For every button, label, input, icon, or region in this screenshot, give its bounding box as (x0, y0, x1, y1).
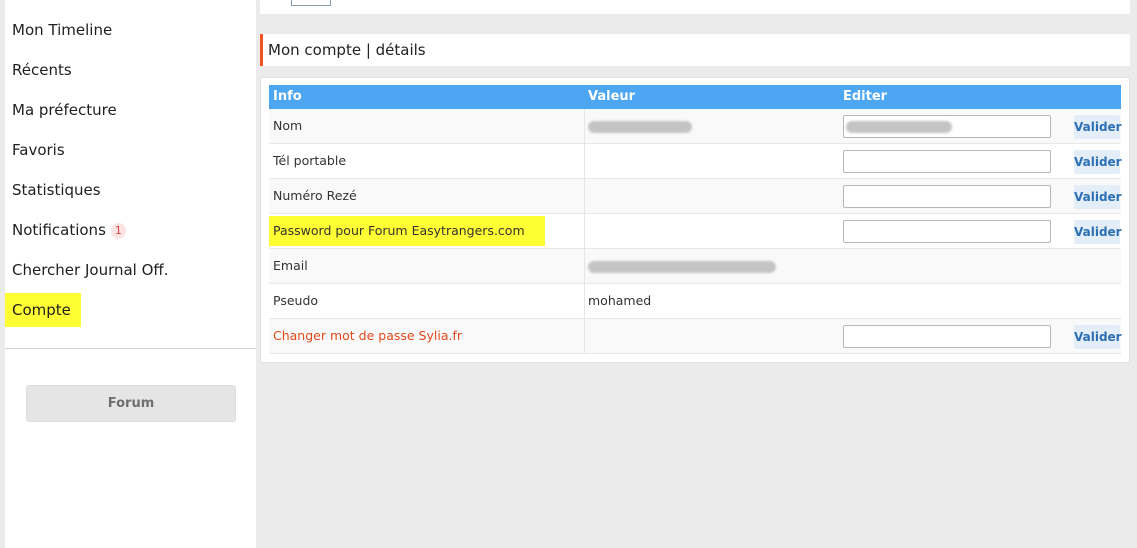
redacted-input-value (846, 121, 952, 133)
new-password-input[interactable] (843, 325, 1051, 348)
table-row: Tél portable Valider (269, 144, 1122, 179)
table-row: Pseudo mohamed (269, 284, 1121, 319)
row-label-tel: Tél portable (273, 153, 347, 168)
sidebar-item-label: Récents (12, 61, 72, 79)
row-label-password-forum: Password pour Forum Easytrangers.com (269, 216, 545, 246)
column-header-valeur: Valeur (588, 89, 636, 104)
tel-portable-input[interactable] (843, 150, 1051, 173)
row-value-pseudo: mohamed (588, 293, 652, 308)
page-title-panel: Mon compte | détails (260, 34, 1130, 66)
sidebar-item-compte[interactable]: Compte (5, 293, 81, 327)
forum-button[interactable]: Forum (26, 385, 236, 422)
top-panel-control[interactable] (291, 0, 331, 6)
nom-input[interactable] (843, 115, 1051, 138)
sidebar-item-label: Favoris (12, 141, 65, 159)
table-row: Password pour Forum Easytrangers.com Val… (269, 214, 1122, 249)
sidebar-item-label: Mon Timeline (12, 21, 113, 39)
redacted-value (588, 121, 692, 133)
table-header: Info Valeur Editer (269, 85, 1121, 109)
table-row: Changer mot de passe Sylia.fr Valider (269, 319, 1122, 354)
sidebar-item-recents[interactable]: Récents (12, 58, 72, 82)
table-row: Email (269, 249, 1121, 284)
top-panel (260, 0, 1130, 14)
table-row: Numéro Rezé Valider (269, 179, 1122, 214)
row-label-pseudo: Pseudo (273, 293, 319, 308)
sidebar-item-statistiques[interactable]: Statistiques (12, 178, 101, 202)
sidebar-item-notifications[interactable]: Notifications 1 (12, 218, 126, 242)
row-label-email: Email (273, 258, 308, 273)
sidebar-item-label: Notifications (12, 221, 106, 239)
column-header-editer: Editer (843, 89, 888, 104)
sidebar-item-label: Statistiques (12, 181, 101, 199)
valider-nom-button[interactable]: Valider (1074, 115, 1122, 139)
sidebar-item-label: Chercher Journal Off. (12, 261, 169, 279)
account-details-table: Info Valeur Editer Nom Valider Tél porta… (260, 77, 1130, 363)
column-header-info: Info (273, 89, 302, 104)
change-password-link[interactable]: Changer mot de passe Sylia.fr (273, 319, 462, 354)
sidebar: Mon Timeline Récents Ma préfecture Favor… (5, 0, 256, 548)
valider-tel-button[interactable]: Valider (1074, 150, 1122, 174)
row-label-numero: Numéro Rezé (273, 188, 357, 203)
sidebar-item-label: Ma préfecture (12, 101, 117, 119)
sidebar-item-label: Compte (12, 301, 71, 319)
sidebar-divider (5, 348, 256, 349)
notification-badge: 1 (110, 223, 126, 239)
numero-reze-input[interactable] (843, 185, 1051, 208)
sidebar-item-chercher-journal[interactable]: Chercher Journal Off. (12, 258, 169, 282)
valider-numero-button[interactable]: Valider (1074, 185, 1122, 209)
valider-change-password-button[interactable]: Valider (1074, 325, 1122, 349)
table-row: Nom Valider (269, 109, 1122, 144)
sidebar-item-favoris[interactable]: Favoris (12, 138, 65, 162)
password-forum-input[interactable] (843, 220, 1051, 243)
sidebar-item-ma-prefecture[interactable]: Ma préfecture (12, 98, 117, 122)
sidebar-item-mon-timeline[interactable]: Mon Timeline (12, 18, 112, 42)
redacted-email (588, 261, 776, 273)
page-title: Mon compte | détails (268, 41, 426, 59)
valider-password-forum-button[interactable]: Valider (1074, 220, 1122, 244)
row-label-nom: Nom (273, 118, 303, 133)
